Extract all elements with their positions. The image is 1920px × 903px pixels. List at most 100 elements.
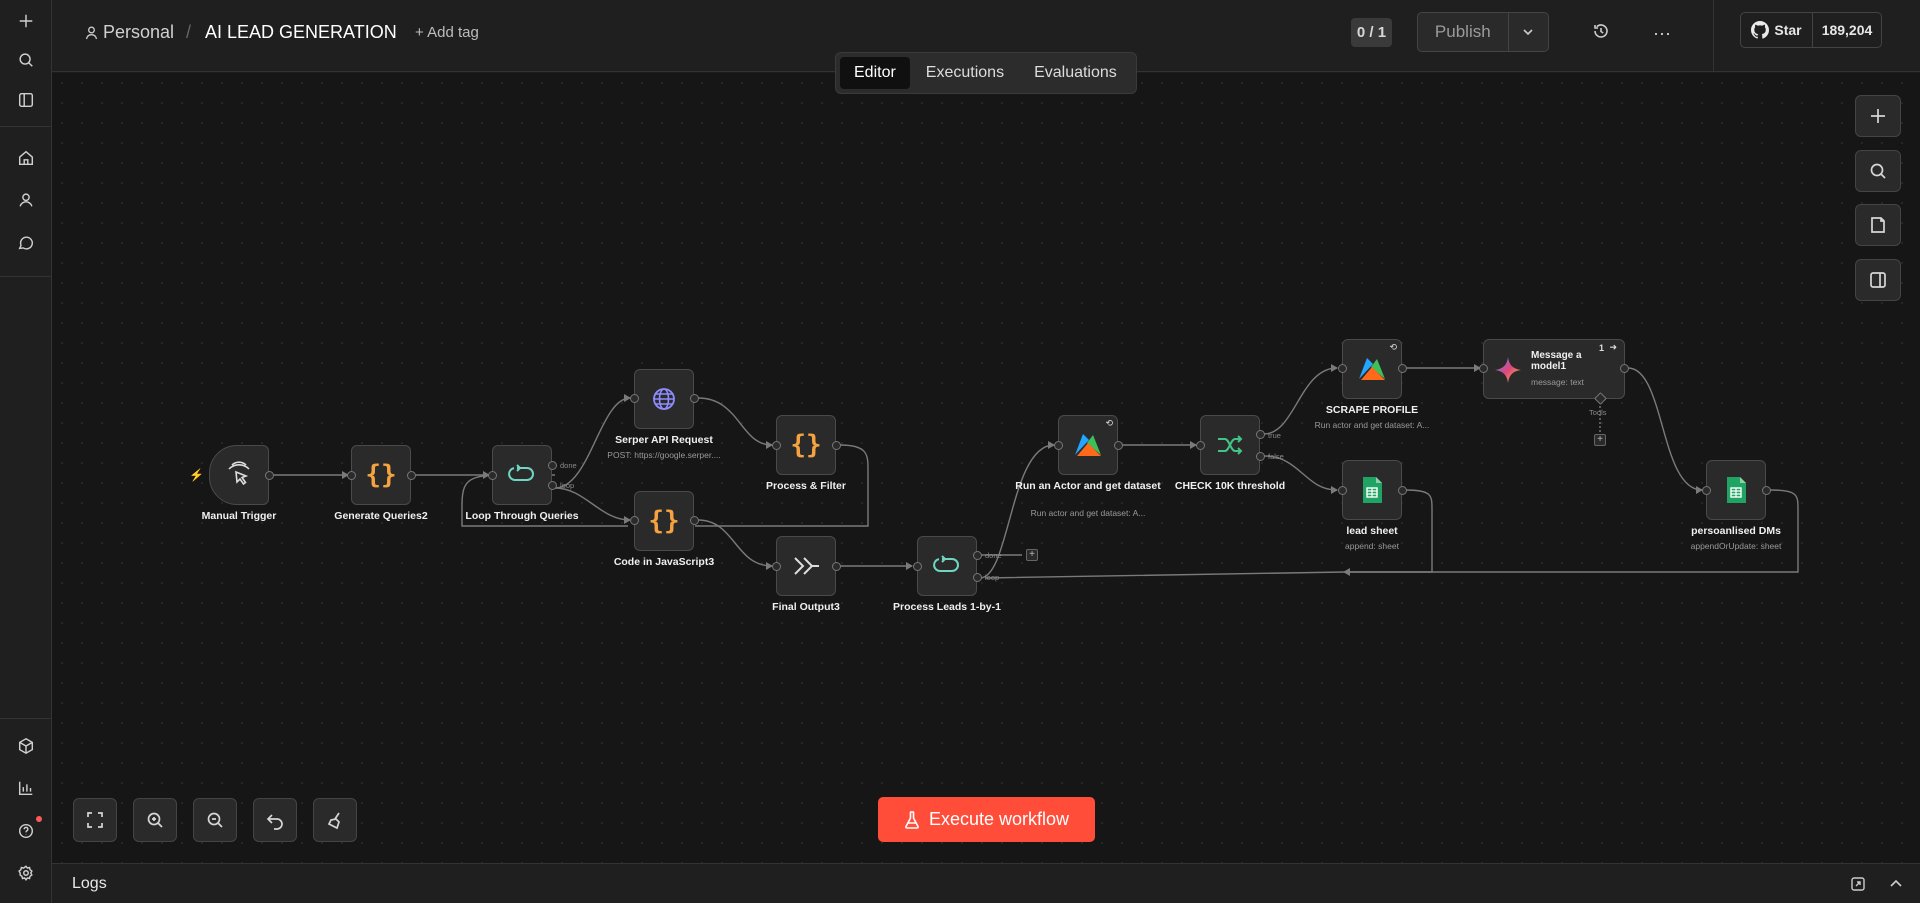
history-icon[interactable] bbox=[1592, 22, 1610, 45]
add-tool-plus-button[interactable]: + bbox=[1594, 434, 1606, 446]
node-serper-api[interactable] bbox=[634, 369, 694, 429]
sidebar-toggle-icon[interactable] bbox=[10, 84, 42, 116]
logs-panel-bar[interactable]: Logs bbox=[52, 863, 1920, 903]
node-generate-queries[interactable]: {} bbox=[351, 445, 411, 505]
add-icon[interactable] bbox=[10, 5, 42, 37]
node-final-output[interactable] bbox=[776, 536, 836, 596]
popout-icon[interactable] bbox=[1850, 876, 1866, 897]
version-counter: 0 / 1 bbox=[1351, 18, 1392, 47]
undo-button[interactable] bbox=[253, 798, 297, 842]
templates-box-icon[interactable] bbox=[10, 730, 42, 762]
node-process-leads[interactable] bbox=[917, 536, 977, 596]
tab-editor[interactable]: Editor bbox=[840, 57, 910, 89]
node-process-filter[interactable]: {} bbox=[776, 415, 836, 475]
node-lead-sheet[interactable] bbox=[1342, 460, 1402, 520]
chevron-up-icon[interactable] bbox=[1888, 876, 1904, 897]
port-label-done: done bbox=[560, 461, 577, 470]
execute-workflow-button[interactable]: Execute workflow bbox=[878, 797, 1095, 842]
person-icon bbox=[85, 26, 98, 45]
tab-evaluations[interactable]: Evaluations bbox=[1020, 57, 1131, 89]
port-out[interactable] bbox=[690, 394, 699, 403]
node-label: Message a model1 bbox=[1531, 350, 1582, 372]
search-nodes-button[interactable] bbox=[1855, 150, 1901, 192]
flask-icon bbox=[905, 810, 919, 829]
port-out-done[interactable] bbox=[548, 461, 557, 470]
port-in[interactable] bbox=[1338, 364, 1347, 373]
retry-icon: ⟲ bbox=[1389, 342, 1397, 352]
node-subtitle: append: sheet bbox=[1345, 541, 1399, 551]
notification-dot bbox=[36, 816, 42, 822]
port-out[interactable] bbox=[265, 471, 274, 480]
port-out[interactable] bbox=[1762, 486, 1771, 495]
port-in[interactable] bbox=[630, 516, 639, 525]
port-out[interactable] bbox=[1398, 364, 1407, 373]
port-in[interactable] bbox=[1196, 441, 1205, 450]
left-sidebar bbox=[0, 0, 52, 903]
port-out[interactable] bbox=[832, 562, 841, 571]
port-in[interactable] bbox=[772, 441, 781, 450]
node-subtitle: message: text bbox=[1531, 377, 1584, 387]
add-tag-button[interactable]: + Add tag bbox=[415, 24, 479, 41]
node-label: CHECK 10K threshold bbox=[1174, 480, 1286, 492]
node-loop-queries[interactable] bbox=[492, 445, 552, 505]
port-out[interactable] bbox=[690, 516, 699, 525]
user-icon[interactable] bbox=[10, 184, 42, 216]
port-out[interactable] bbox=[1398, 486, 1407, 495]
sticky-note-button[interactable] bbox=[1855, 204, 1901, 246]
port-in[interactable] bbox=[913, 562, 922, 571]
search-icon[interactable] bbox=[10, 44, 42, 76]
port-out-false[interactable] bbox=[1256, 452, 1265, 461]
node-run-actor[interactable]: ⟲ bbox=[1058, 415, 1118, 475]
port-in[interactable] bbox=[772, 562, 781, 571]
node-label: Run an Actor and get dataset bbox=[1015, 480, 1161, 492]
node-label: Process & Filter bbox=[766, 480, 846, 492]
port-in[interactable] bbox=[347, 471, 356, 480]
google-sheets-icon bbox=[1727, 477, 1746, 503]
port-out[interactable] bbox=[407, 471, 416, 480]
port-in[interactable] bbox=[1479, 364, 1488, 373]
github-star-count: 189,204 bbox=[1821, 22, 1873, 38]
publish-split-button: Publish bbox=[1417, 12, 1549, 52]
port-out[interactable] bbox=[832, 441, 841, 450]
node-scrape-profile[interactable]: ⟲ bbox=[1342, 339, 1402, 399]
insights-chart-icon[interactable] bbox=[10, 772, 42, 804]
node-code-javascript[interactable]: {} bbox=[634, 491, 694, 551]
home-icon[interactable] bbox=[10, 142, 42, 174]
port-out[interactable] bbox=[1620, 364, 1629, 373]
publish-dropdown-chevron-icon[interactable] bbox=[1509, 13, 1548, 51]
add-node-plus-button[interactable]: + bbox=[1026, 549, 1038, 561]
gemini-icon bbox=[1495, 357, 1521, 383]
node-manual-trigger[interactable] bbox=[209, 445, 269, 505]
port-out-done[interactable] bbox=[973, 551, 982, 560]
settings-gear-icon[interactable] bbox=[10, 857, 42, 889]
port-out[interactable] bbox=[1114, 441, 1123, 450]
port-in[interactable] bbox=[488, 471, 497, 480]
zoom-out-button[interactable] bbox=[193, 798, 237, 842]
port-in[interactable] bbox=[1702, 486, 1711, 495]
more-options-icon[interactable]: ⋯ bbox=[1653, 24, 1672, 45]
workflow-title[interactable]: AI LEAD GENERATION bbox=[205, 22, 397, 43]
tab-executions[interactable]: Executions bbox=[912, 57, 1018, 89]
node-check-threshold[interactable] bbox=[1200, 415, 1260, 475]
chat-icon[interactable] bbox=[10, 227, 42, 259]
publish-button[interactable]: Publish bbox=[1418, 13, 1509, 51]
tidy-up-broom-button[interactable] bbox=[313, 798, 357, 842]
port-in[interactable] bbox=[1054, 441, 1063, 450]
add-node-button[interactable] bbox=[1855, 95, 1901, 137]
node-label: SCRAPE PROFILE bbox=[1325, 404, 1419, 416]
breadcrumb-project[interactable]: Personal bbox=[103, 22, 174, 43]
port-label-false: false bbox=[1268, 452, 1284, 461]
code-braces-icon: {} bbox=[365, 460, 397, 490]
node-message-model[interactable]: Message a model1 message: text 1 ➜ bbox=[1483, 339, 1625, 399]
zoom-in-button[interactable] bbox=[133, 798, 177, 842]
port-in[interactable] bbox=[630, 394, 639, 403]
port-out-loop[interactable] bbox=[973, 573, 982, 582]
port-in[interactable] bbox=[1338, 486, 1347, 495]
github-star-widget[interactable]: Star 189,204 bbox=[1740, 12, 1882, 48]
panel-toggle-button[interactable] bbox=[1855, 259, 1901, 301]
fit-view-button[interactable] bbox=[73, 798, 117, 842]
port-out-true[interactable] bbox=[1256, 430, 1265, 439]
workflow-canvas[interactable] bbox=[52, 73, 1920, 863]
port-out-loop[interactable] bbox=[548, 481, 557, 490]
node-personalised-dms[interactable] bbox=[1706, 460, 1766, 520]
